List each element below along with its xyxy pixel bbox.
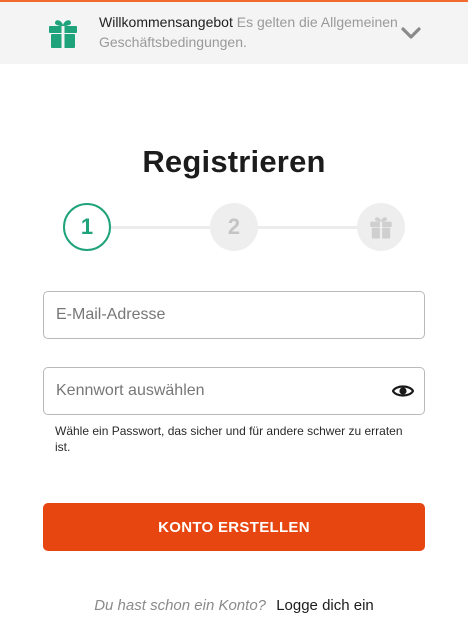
stepper-connector — [111, 226, 210, 229]
gift-icon — [49, 20, 77, 48]
email-field[interactable] — [43, 291, 425, 339]
password-hint: Wähle ein Passwort, das sicher und für a… — [55, 424, 403, 454]
chevron-down-icon[interactable] — [400, 24, 422, 42]
eye-icon[interactable] — [392, 381, 414, 401]
step-number: 2 — [227, 214, 241, 239]
create-account-button[interactable]: KONTO ERSTELLEN — [43, 503, 425, 551]
login-question: Du hast schon ein Konto? — [94, 597, 267, 614]
gift-icon — [370, 217, 392, 239]
login-link[interactable]: Logge dich ein — [276, 597, 374, 614]
password-field[interactable] — [43, 367, 425, 415]
login-prompt: Du hast schon ein Konto? Logge dich ein — [0, 597, 468, 614]
banner-text: Willkommensangebot Es gelten die Allgeme… — [99, 12, 399, 52]
banner-title: Willkommensangebot — [99, 14, 233, 30]
step-1-indicator: 1 — [63, 203, 111, 251]
page-title: Registrieren — [142, 144, 326, 179]
step-number: 1 — [80, 214, 94, 239]
step-3-indicator — [357, 203, 405, 251]
password-input[interactable] — [56, 368, 376, 414]
stepper-connector — [258, 226, 357, 229]
step-2-indicator: 2 — [210, 203, 258, 251]
welcome-offer-banner[interactable]: Willkommensangebot Es gelten die Allgeme… — [0, 2, 468, 64]
email-input[interactable] — [56, 292, 376, 338]
